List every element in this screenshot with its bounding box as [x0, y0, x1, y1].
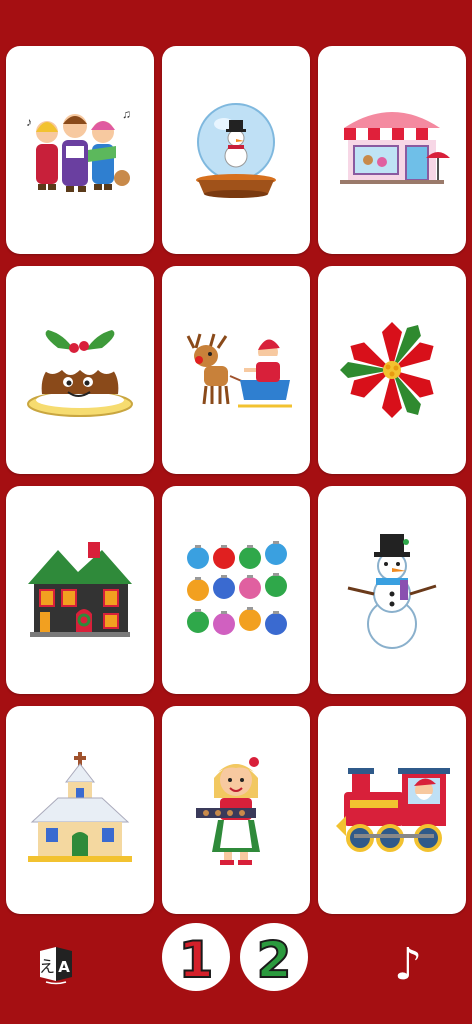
svg-text:え: え — [39, 957, 55, 976]
svg-text:♫: ♫ — [122, 107, 131, 121]
level-one-button[interactable]: 1 — [162, 923, 230, 991]
card-snowman[interactable] — [318, 486, 466, 694]
level-two-label: 2 — [256, 931, 293, 989]
ornaments-icon — [187, 541, 287, 635]
level-two-button[interactable]: 2 — [240, 923, 308, 991]
music-note-icon: ♪ — [393, 938, 423, 990]
svg-text:♪: ♪ — [26, 115, 32, 129]
snow-globe-icon — [196, 103, 276, 198]
card-house[interactable] — [6, 486, 154, 694]
svg-text:A: A — [58, 958, 70, 976]
card-santa-train[interactable] — [318, 706, 466, 914]
church-icon — [28, 752, 132, 862]
card-santa-sleigh[interactable] — [162, 266, 310, 474]
gingerbread-house-icon — [28, 542, 132, 637]
language-button[interactable]: え A — [36, 945, 76, 985]
card-ornaments[interactable] — [162, 486, 310, 694]
card-baker-girl[interactable] — [162, 706, 310, 914]
card-bakery[interactable] — [318, 46, 466, 254]
baker-girl-icon — [196, 757, 260, 865]
santa-train-icon — [336, 768, 450, 852]
bakery-shop-icon — [340, 112, 450, 184]
christmas-pudding-icon — [27, 330, 133, 417]
card-church[interactable] — [6, 706, 154, 914]
santa-sleigh-reindeer-icon — [186, 333, 292, 408]
level-one-label: 1 — [178, 931, 215, 989]
card-pudding[interactable] — [6, 266, 154, 474]
translate-icon: え A — [39, 947, 72, 985]
card-snow-globe[interactable] — [162, 46, 310, 254]
card-carolers[interactable]: ♪ ♫ — [6, 46, 154, 254]
music-toggle-button[interactable]: ♪ — [388, 938, 428, 990]
card-grid: ♪ ♫ — [6, 46, 466, 914]
bottom-bar: え A 1 2 ♪ — [0, 915, 472, 1024]
carolers-icon: ♪ ♫ — [26, 107, 131, 192]
snowman-icon — [347, 534, 437, 649]
card-poinsettia[interactable] — [318, 266, 466, 474]
poinsettia-icon — [340, 322, 434, 418]
